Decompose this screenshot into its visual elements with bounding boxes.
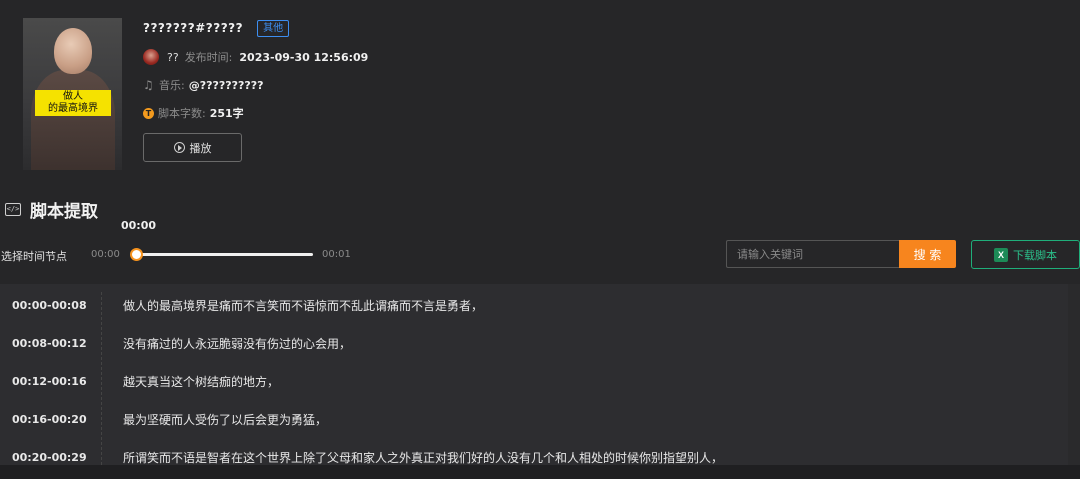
row-time[interactable]: 00:08-00:12 [0,337,123,350]
video-title: ???????#????? [143,21,244,35]
row-time[interactable]: 00:16-00:20 [0,413,123,426]
row-time[interactable]: 00:12-00:16 [0,375,123,388]
download-label: 下载脚本 [1013,249,1057,262]
thumbnail-person [54,28,92,74]
title-row: ???????#????? 其他 [143,18,368,38]
current-time: 00:00 [121,219,157,232]
section-title: 脚本提取 [30,202,98,222]
publish-label: 发布时间: [184,51,233,64]
search-button[interactable]: 搜 索 [899,240,956,268]
bottom-bar [0,465,1080,479]
search-input[interactable] [726,240,900,268]
row-text: 所谓笑而不语是智者在这个世界上除了父母和家人之外真正对我们好的人没有几个和人相处… [123,450,724,465]
script-row[interactable]: 00:16-00:20 最为坚硬而人受伤了以后会更为勇猛， [0,400,1068,438]
code-icon: </> [5,203,21,216]
category-tag[interactable]: 其他 [257,19,290,37]
script-row[interactable]: 00:12-00:16 越天真当这个树结痂的地方， [0,362,1068,400]
play-label: 播放 [189,142,212,155]
script-row[interactable]: 00:08-00:12 没有痛过的人永远脆弱没有伤过的心会用， [0,324,1068,362]
music-note-icon: ♫ [143,78,154,92]
music-value[interactable]: @?????????? [189,79,264,92]
script-list: 00:00-00:08 做人的最高境界是痛而不言笑而不语惊而不乱此谓痛而不言是勇… [0,284,1068,465]
timeline-handle[interactable] [130,248,143,261]
publish-time: 2023-09-30 12:56:09 [239,50,369,64]
row-text: 做人的最高境界是痛而不言笑而不语惊而不乱此谓痛而不言是勇者， [123,298,484,313]
word-count-row: T 脚本字数: 251字 [143,104,368,122]
word-count-label: 脚本字数: [158,107,206,120]
music-row: ♫ 音乐: @?????????? [143,76,368,94]
caption-line-1: 做人 [63,91,83,102]
script-row[interactable]: 00:00-00:08 做人的最高境界是痛而不言笑而不语惊而不乱此谓痛而不言是勇… [0,286,1068,324]
thumbnail-robe [31,70,115,170]
video-info: ???????#????? 其他 ?? 发布时间: 2023-09-30 12:… [143,18,368,122]
author-avatar[interactable] [143,49,159,65]
excel-icon: X [994,247,1008,262]
page: 做人 的最高境界 ???????#????? 其他 ?? 发布时间: 2023-… [0,0,1080,479]
play-button[interactable]: 播放 [143,133,242,162]
download-script-button[interactable]: X 下载脚本 [971,240,1080,269]
script-row[interactable]: 00:20-00:29 所谓笑而不语是智者在这个世界上除了父母和家人之外真正对我… [0,438,1068,465]
row-text: 没有痛过的人永远脆弱没有伤过的心会用， [123,336,352,351]
row-time[interactable]: 00:20-00:29 [0,451,123,464]
row-time[interactable]: 00:00-00:08 [0,299,123,312]
timeline-start: 00:00 [91,249,120,260]
play-circle-icon [173,142,185,153]
author-row: ?? 发布时间: 2023-09-30 12:56:09 [143,48,368,66]
list-scrollbar[interactable] [1068,284,1080,465]
text-count-icon: T [143,107,154,119]
row-text: 最为坚硬而人受伤了以后会更为勇猛， [123,412,328,427]
caption-line-2: 的最高境界 [48,103,98,114]
thumbnail-caption: 做人 的最高境界 [35,90,111,116]
music-label: 音乐: [159,79,185,92]
timeline-end: 00:01 [322,249,351,260]
video-thumbnail[interactable]: 做人 的最高境界 [23,18,122,170]
word-count-value: 251字 [209,107,244,120]
section-header: </> 脚本提取 [5,197,98,222]
timeline-track[interactable] [133,253,313,256]
row-text: 越天真当这个树结痂的地方， [123,374,280,389]
author-name[interactable]: ?? [167,51,179,64]
timeline-label: 选择时间节点 [1,250,67,263]
